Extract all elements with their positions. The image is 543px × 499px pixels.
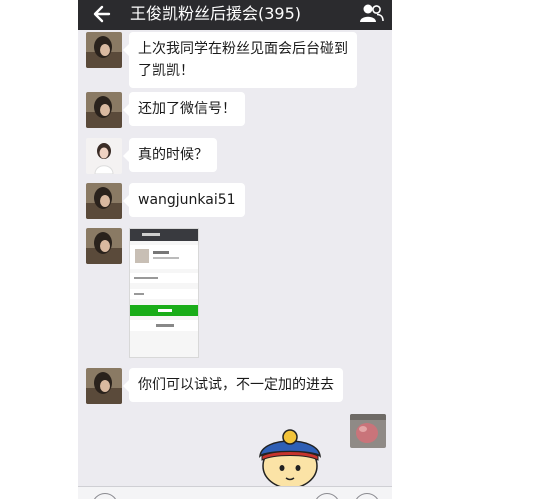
plus-icon[interactable] — [354, 493, 380, 499]
message-text-line: 了凯凯！ — [138, 63, 194, 79]
voice-icon[interactable] — [92, 493, 118, 499]
message-text-line: 真的时候？ — [138, 147, 208, 163]
input-bar — [78, 486, 392, 499]
avatar[interactable] — [86, 228, 122, 264]
video-frame: 王俊凯粉丝后援会(395) 上次我同学在粉丝见面会后台碰到 了凯凯！ 还加了微信… — [0, 0, 543, 499]
avatar[interactable] — [86, 138, 122, 174]
message-text-line: 你们可以试试，不一定加的进去 — [138, 377, 334, 393]
message-text-line: 还加了微信号！ — [138, 101, 236, 117]
self-image-message[interactable] — [350, 414, 386, 448]
avatar[interactable] — [86, 368, 122, 404]
chat-screen: 王俊凯粉丝后援会(395) 上次我同学在粉丝见面会后台碰到 了凯凯！ 还加了微信… — [78, 0, 392, 499]
image-message[interactable] — [129, 228, 199, 358]
message-bubble[interactable]: 真的时候？ — [123, 138, 217, 172]
avatar[interactable] — [86, 32, 122, 68]
message-bubble[interactable]: wangjunkai51 — [123, 183, 245, 217]
avatar[interactable] — [86, 92, 122, 128]
group-members-icon[interactable] — [358, 3, 384, 23]
message-text-line: wangjunkai51 — [138, 192, 236, 208]
emoji-icon[interactable] — [314, 493, 340, 499]
message-bubble[interactable]: 你们可以试试，不一定加的进去 — [123, 368, 343, 402]
avatar[interactable] — [86, 183, 122, 219]
title-bar: 王俊凯粉丝后援会(395) — [78, 0, 392, 30]
cartoon-sticker-icon[interactable] — [254, 426, 326, 492]
message-bubble[interactable]: 上次我同学在粉丝见面会后台碰到 了凯凯！ — [123, 32, 357, 88]
message-bubble[interactable]: 还加了微信号！ — [123, 92, 245, 126]
back-arrow-icon[interactable] — [92, 3, 112, 25]
chat-title: 王俊凯粉丝后援会(395) — [130, 4, 302, 23]
message-text-line: 上次我同学在粉丝见面会后台碰到 — [138, 41, 348, 57]
